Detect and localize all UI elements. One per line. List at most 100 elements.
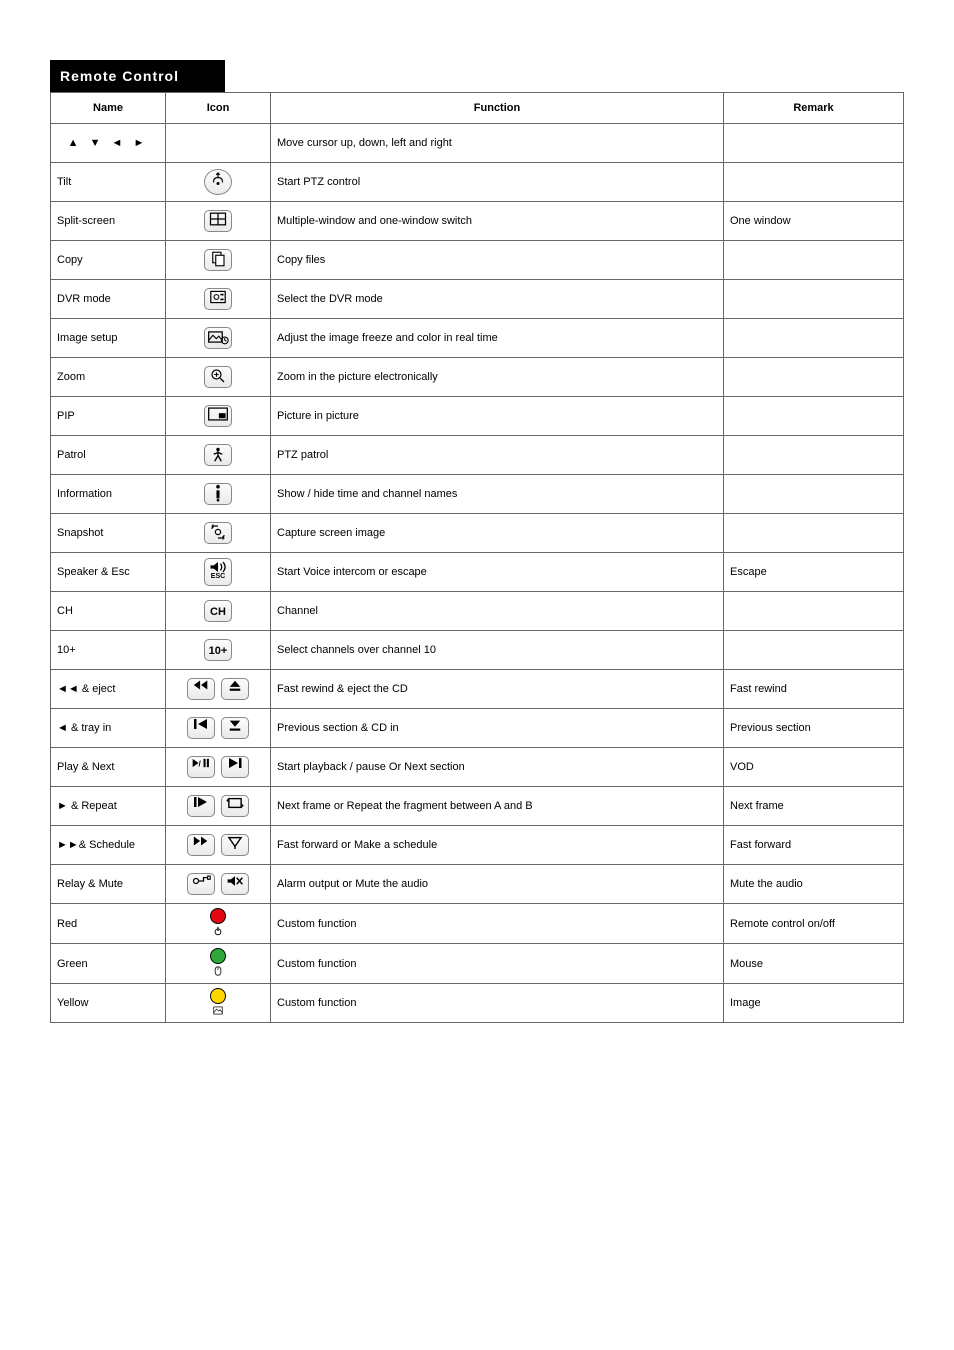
table-row: ▲ ▼ ◄ ► Move cursor up, down, left and r… [51, 124, 904, 163]
mute-icon[interactable] [221, 873, 249, 895]
icon-cell: ESC [166, 553, 271, 592]
icon-cell [166, 865, 271, 904]
name-cell: Speaker & Esc [51, 553, 166, 592]
func-cell: Picture in picture [271, 397, 724, 436]
next-frame-icon[interactable] [187, 795, 215, 817]
snapshot-icon[interactable] [204, 522, 232, 544]
dvr-mode-icon[interactable] [204, 288, 232, 310]
table-row: Split-screen Multiple-window and one-win… [51, 202, 904, 241]
table-row: Red Custom function Remote control on/of… [51, 904, 904, 944]
remark-cell: One window [724, 202, 904, 241]
name-cell: PIP [51, 397, 166, 436]
table-row: Play & Next / Start playback / pause Or … [51, 748, 904, 787]
func-cell: Custom function [271, 944, 724, 984]
icon-cell [166, 475, 271, 514]
func-cell: Move cursor up, down, left and right [271, 124, 724, 163]
yellow-button-icon[interactable] [207, 988, 229, 1017]
tenplus-icon[interactable]: 10+ [204, 639, 232, 661]
icon-cell [166, 436, 271, 475]
repeat-icon[interactable] [221, 795, 249, 817]
remote-functions-table: Name Icon Function Remark ▲ ▼ ◄ ► Move c… [50, 92, 904, 1023]
name-cell: 10+ [51, 631, 166, 670]
image-sub-icon [207, 1006, 229, 1017]
name-cell: CH [51, 592, 166, 631]
icon-arrows [166, 124, 271, 163]
name-cell: Green [51, 944, 166, 984]
table-row: Relay & Mute Alarm output or Mute the au… [51, 865, 904, 904]
icon-cell [166, 904, 271, 944]
table-row: ►►& Schedule Fast forward or Make a sche… [51, 826, 904, 865]
icon-cell [166, 202, 271, 241]
red-button-icon[interactable] [207, 908, 229, 938]
name-cell: Copy [51, 241, 166, 280]
table-row: DVR mode Select the DVR mode [51, 280, 904, 319]
info-icon[interactable] [204, 483, 232, 505]
remark-cell [724, 319, 904, 358]
icon-cell [166, 241, 271, 280]
icon-cell: 10+ [166, 631, 271, 670]
power-sub-icon [207, 926, 229, 938]
patrol-icon[interactable] [204, 444, 232, 466]
table-row: ► & Repeat Next frame or Repeat the frag… [51, 787, 904, 826]
func-cell: Fast rewind & eject the CD [271, 670, 724, 709]
func-cell: Custom function [271, 984, 724, 1023]
name-cell: Tilt [51, 163, 166, 202]
table-row: 10+ 10+ Select channels over channel 10 [51, 631, 904, 670]
image-setup-icon[interactable] [204, 327, 232, 349]
fast-forward-icon[interactable] [187, 834, 215, 856]
tilt-icon[interactable] [204, 169, 232, 195]
name-cell: Snapshot [51, 514, 166, 553]
ch-icon[interactable]: CH [204, 600, 232, 622]
table-row: Speaker & Esc ESC Start Voice intercom o… [51, 553, 904, 592]
prev-section-icon[interactable] [187, 717, 215, 739]
tray-in-icon[interactable] [221, 717, 249, 739]
remark-cell: Next frame [724, 787, 904, 826]
name-cell: ► & Repeat [51, 787, 166, 826]
icon-cell [166, 670, 271, 709]
table-header-row: Name Icon Function Remark [51, 93, 904, 124]
icon-cell [166, 280, 271, 319]
schedule-icon[interactable] [221, 834, 249, 856]
speaker-esc-icon[interactable]: ESC [204, 558, 232, 586]
icon-cell [166, 944, 271, 984]
next-section-icon[interactable] [221, 756, 249, 778]
func-cell: Capture screen image [271, 514, 724, 553]
func-cell: Custom function [271, 904, 724, 944]
table-row: Patrol PTZ patrol [51, 436, 904, 475]
remark-cell [724, 436, 904, 475]
fast-rewind-icon[interactable] [187, 678, 215, 700]
remark-cell [724, 397, 904, 436]
pip-icon[interactable] [204, 405, 232, 427]
name-cell: Play & Next [51, 748, 166, 787]
green-button-icon[interactable] [207, 948, 229, 978]
func-cell: Zoom in the picture electronically [271, 358, 724, 397]
name-cell: Split-screen [51, 202, 166, 241]
remark-cell [724, 358, 904, 397]
split-screen-icon[interactable] [204, 210, 232, 232]
remark-cell [724, 514, 904, 553]
col-icon: Icon [166, 93, 271, 124]
func-cell: Copy files [271, 241, 724, 280]
zoom-icon[interactable] [204, 366, 232, 388]
func-cell: Multiple-window and one-window switch [271, 202, 724, 241]
func-cell: Start PTZ control [271, 163, 724, 202]
remark-cell [724, 124, 904, 163]
play-pause-icon[interactable]: / [187, 756, 215, 778]
table-row: Tilt Start PTZ control [51, 163, 904, 202]
table-row: Snapshot Capture screen image [51, 514, 904, 553]
remark-cell: Image [724, 984, 904, 1023]
remark-cell: Fast forward [724, 826, 904, 865]
table-row: Green Custom function Mouse [51, 944, 904, 984]
name-cell: Relay & Mute [51, 865, 166, 904]
remark-cell: Fast rewind [724, 670, 904, 709]
relay-icon[interactable] [187, 873, 215, 895]
name-cell: ◄◄ & eject [51, 670, 166, 709]
table-row: PIP Picture in picture [51, 397, 904, 436]
func-cell: Start playback / pause Or Next section [271, 748, 724, 787]
table-row: Copy Copy files [51, 241, 904, 280]
eject-icon[interactable] [221, 678, 249, 700]
copy-icon[interactable] [204, 249, 232, 271]
table-row: Yellow Custom function Image [51, 984, 904, 1023]
remark-cell: Escape [724, 553, 904, 592]
remark-cell: Mute the audio [724, 865, 904, 904]
